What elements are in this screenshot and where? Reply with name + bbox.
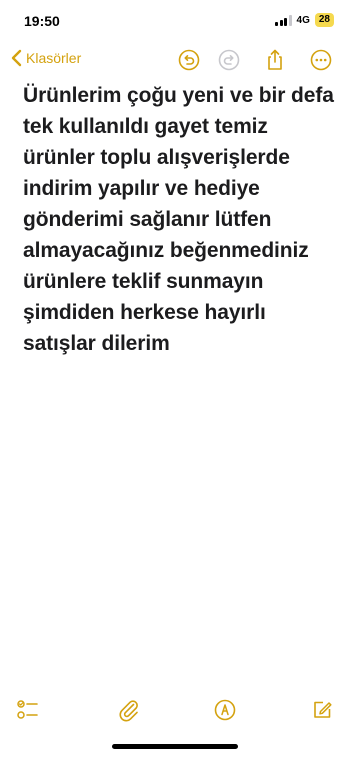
status-time: 19:50	[24, 13, 60, 29]
navigation-bar: Klasörler	[0, 44, 350, 76]
back-button[interactable]: Klasörler	[10, 49, 81, 67]
share-icon[interactable]	[263, 48, 287, 72]
signal-icon	[275, 14, 292, 26]
chevron-left-icon	[11, 49, 22, 67]
status-indicators: 4G 28	[275, 13, 334, 27]
more-icon[interactable]	[309, 48, 333, 72]
paperclip-icon[interactable]	[117, 698, 141, 722]
network-type: 4G	[296, 14, 310, 26]
status-bar: 19:50 4G 28	[0, 0, 350, 42]
compose-icon[interactable]	[310, 698, 334, 722]
home-indicator[interactable]	[112, 744, 238, 749]
bottom-toolbar	[0, 694, 350, 728]
redo-icon[interactable]	[217, 48, 241, 72]
markup-pen-icon[interactable]	[213, 698, 237, 722]
back-label: Klasörler	[26, 50, 82, 66]
note-text[interactable]: Ürünlerim çoğu yeni ve bir defa tek kull…	[23, 80, 335, 359]
undo-icon[interactable]	[177, 48, 201, 72]
battery-icon: 28	[314, 13, 334, 27]
checklist-icon[interactable]	[16, 698, 40, 722]
